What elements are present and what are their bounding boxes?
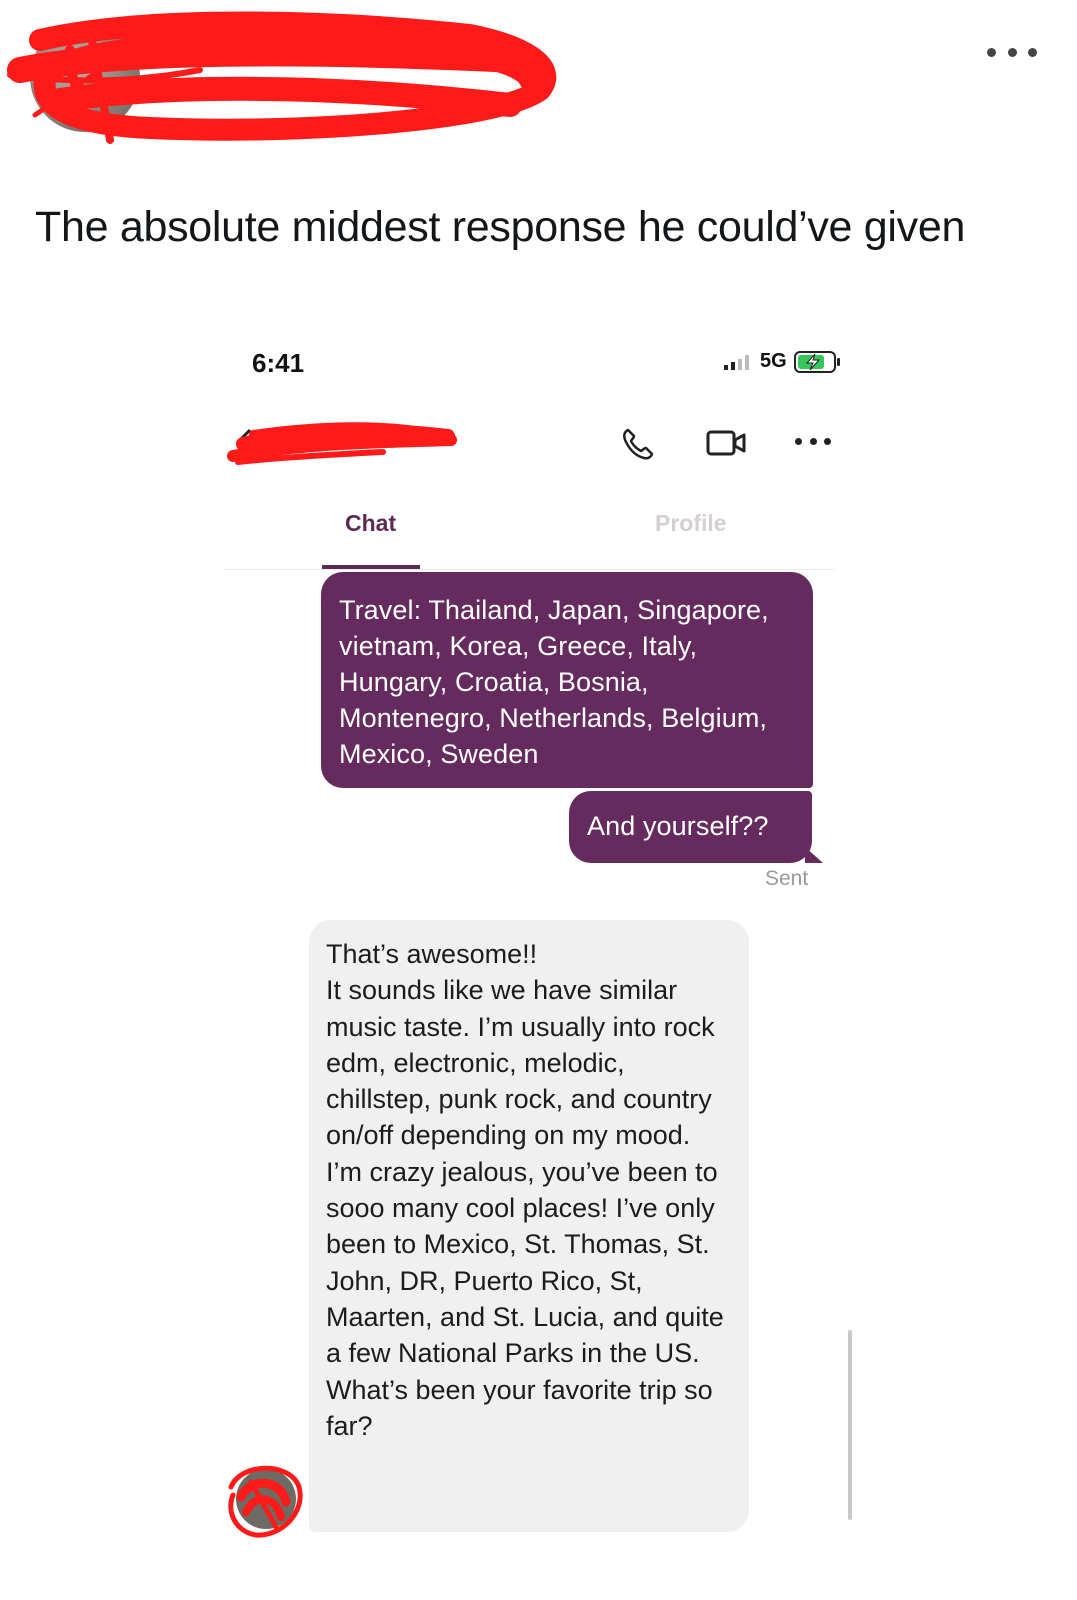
embedded-chat-screenshot: 6:41 5G Chat Profile Travel: Thailand, J… [205, 322, 855, 1582]
chat-more-icon[interactable] [795, 436, 831, 446]
status-time: 6:41 [252, 348, 305, 378]
outgoing-message: And yourself?? [569, 791, 812, 863]
message-line: What’s been your favorite trip so far? [326, 1374, 713, 1441]
chat-tabs: Chat Profile [205, 492, 855, 572]
bubble-tail [805, 847, 823, 863]
call-icon[interactable] [620, 426, 656, 462]
tweet-post: The absolute middest response he could’v… [0, 0, 1077, 1600]
redaction-scribble [7, 11, 557, 144]
sender-avatar [228, 1465, 303, 1538]
tab-divider [225, 569, 835, 570]
outgoing-message: Travel: Thailand, Japan, Singapore, viet… [321, 572, 813, 788]
post-header [0, 0, 1077, 190]
status-bar: 6:41 5G [205, 322, 855, 402]
message-line: That’s awesome!! [326, 939, 538, 969]
contact-name-redaction [227, 422, 457, 465]
more-options-icon[interactable] [987, 40, 1037, 64]
post-text: The absolute middest response he could’v… [35, 203, 966, 251]
chat-nav-bar [205, 412, 855, 472]
message-line: It sounds like we have similar music tas… [326, 975, 715, 1151]
tab-chat[interactable]: Chat [345, 510, 396, 537]
scrollbar[interactable] [848, 1330, 852, 1520]
sent-status: Sent [765, 867, 809, 890]
battery-charging-icon [794, 351, 840, 373]
signal-icon [724, 355, 749, 370]
tab-profile[interactable]: Profile [655, 510, 727, 537]
network-type: 5G [760, 350, 787, 372]
video-call-icon[interactable] [705, 426, 747, 460]
incoming-message: That’s awesome!! It sounds like we have … [309, 920, 749, 1532]
message-line: I’m crazy jealous, you’ve been to sooo m… [326, 1156, 724, 1369]
